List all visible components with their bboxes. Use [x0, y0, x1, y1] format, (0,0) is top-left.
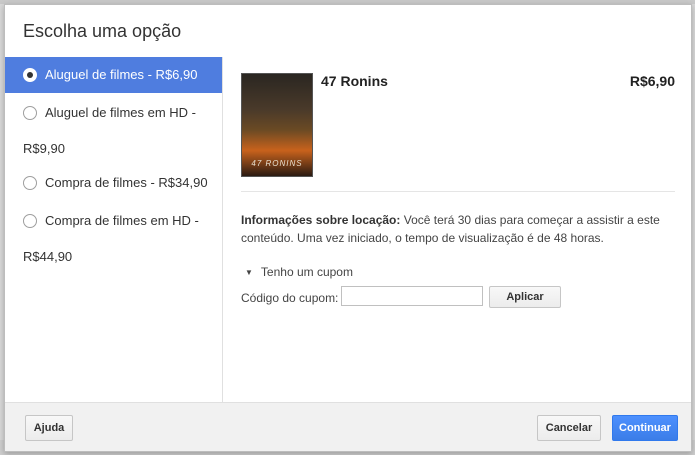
option-price: R$44,90 — [23, 249, 73, 264]
movie-price: R$6,90 — [629, 73, 675, 89]
option-price: R$9,90 — [23, 141, 65, 156]
movie-poster: 47 RONINS — [241, 73, 313, 177]
coupon-toggle[interactable]: ▼ Tenho um cupom — [245, 265, 353, 279]
option-rent-sd[interactable]: Aluguel de filmes - R$6,90 — [5, 57, 222, 93]
coupon-input[interactable] — [341, 286, 483, 306]
radio-button[interactable] — [23, 68, 37, 82]
option-details: 47 RONINS 47 Ronins R$6,90 Informações s… — [223, 57, 693, 402]
coupon-toggle-label: Tenho um cupom — [260, 265, 353, 279]
option-buy-hd[interactable]: Compra de filmes em HD - R$44,90 — [5, 201, 222, 273]
poster-title: 47 RONINS — [251, 159, 303, 168]
dialog-title: Escolha uma opção — [23, 21, 182, 41]
option-buy-sd[interactable]: Compra de filmes - R$34,90 — [5, 165, 222, 201]
help-button[interactable]: Ajuda — [25, 415, 73, 441]
option-rent-hd[interactable]: Aluguel de filmes em HD - R$9,90 — [5, 93, 222, 165]
option-label: Compra de filmes em HD - — [45, 213, 199, 228]
option-label: Aluguel de filmes em HD - — [45, 105, 196, 120]
movie-title: 47 Ronins — [321, 73, 388, 89]
dialog-footer: Ajuda Cancelar Continuar — [5, 402, 691, 451]
radio-button[interactable] — [23, 176, 37, 190]
rental-info: Informações sobre locação: Você terá 30 … — [241, 211, 671, 247]
option-label: Aluguel de filmes - R$6,90 — [45, 67, 198, 82]
option-label: Compra de filmes - R$34,90 — [45, 175, 208, 190]
divider — [241, 191, 675, 192]
caret-down-icon: ▼ — [245, 268, 253, 277]
cancel-button[interactable]: Cancelar — [537, 415, 601, 441]
rental-info-label: Informações sobre locação: — [241, 213, 401, 227]
radio-selected-dot — [27, 72, 33, 78]
coupon-field-label: Código do cupom: — [241, 291, 339, 305]
radio-button[interactable] — [23, 106, 37, 120]
radio-button[interactable] — [23, 214, 37, 228]
purchase-options-dialog: Escolha uma opção Aluguel de filmes - R$… — [4, 4, 692, 452]
apply-coupon-button[interactable]: Aplicar — [489, 286, 561, 308]
options-sidebar: Aluguel de filmes - R$6,90 Aluguel de fi… — [5, 57, 223, 402]
continue-button[interactable]: Continuar — [612, 415, 678, 441]
